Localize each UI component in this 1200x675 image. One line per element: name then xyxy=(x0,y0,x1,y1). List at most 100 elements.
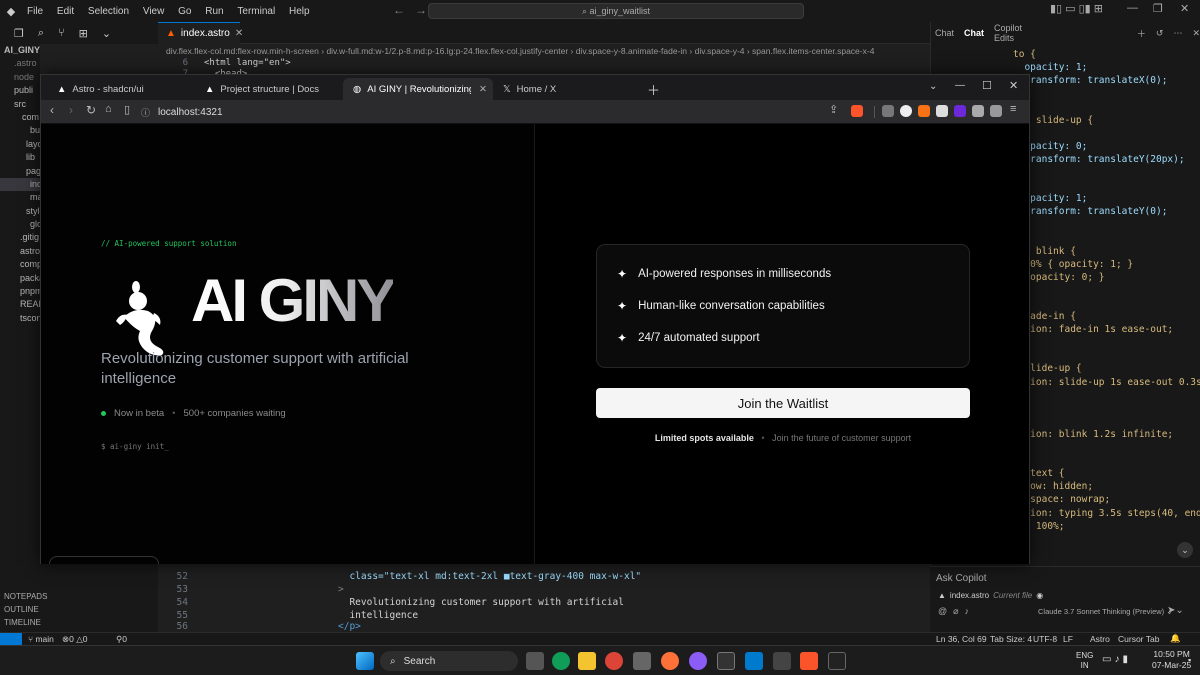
taskbar-search[interactable]: ⌕ Search xyxy=(380,651,518,671)
tab-ai-giny[interactable]: ◍ AI GINY | Revolutionizing Custo ✕ xyxy=(343,78,493,100)
forward-icon[interactable]: › xyxy=(69,103,73,117)
menu-edit[interactable]: Edit xyxy=(57,6,74,17)
extensions-icon[interactable]: ⊞ xyxy=(79,27,88,40)
reload-icon[interactable]: ↻ xyxy=(86,103,96,117)
cursor-position[interactable]: Ln 36, Col 69 xyxy=(936,634,987,644)
tree-item[interactable]: READ xyxy=(0,298,40,311)
new-chat-icon[interactable]: ＋ xyxy=(1137,27,1146,40)
tree-item[interactable]: src xyxy=(0,98,40,111)
send-icon[interactable]: ➤⌄ xyxy=(1167,605,1184,616)
minimize-icon[interactable]: — xyxy=(955,80,965,91)
chrome-icon[interactable] xyxy=(605,652,623,670)
share-icon[interactable]: ⇪ xyxy=(829,103,838,116)
close-icon[interactable]: ✕ xyxy=(1192,28,1200,39)
attach-icons[interactable]: @⌀♪ xyxy=(938,606,975,617)
edge-icon[interactable] xyxy=(552,652,570,670)
explorer-root[interactable]: AI_GINY_WAITLIST xyxy=(0,44,40,57)
menu-icon[interactable]: ≡ xyxy=(1010,103,1016,115)
tree-item-active[interactable]: ind xyxy=(0,177,40,192)
tree-item[interactable]: pnpm xyxy=(0,285,40,298)
history-icon[interactable]: ↺ xyxy=(1156,28,1164,39)
layout-icon[interactable]: ▮▯ ▭ ▯▮ ⊞ xyxy=(1050,2,1103,15)
tree-item[interactable]: node xyxy=(0,71,40,84)
back-icon[interactable]: ‹ xyxy=(50,103,54,117)
tab-project-structure[interactable]: ▲ Project structure | Docs xyxy=(195,78,343,100)
firefox-icon[interactable] xyxy=(661,652,679,670)
code-editor-bottom[interactable]: 52 class="text-xl md:text-2xl ■text-gray… xyxy=(158,563,930,632)
extension-icon[interactable] xyxy=(954,105,966,117)
app-icon[interactable] xyxy=(773,652,791,670)
restore-icon[interactable]: ❐ xyxy=(1153,2,1163,15)
tree-item[interactable]: .astro xyxy=(0,57,40,70)
clock[interactable]: 10:50 PM 07-Mar-25 xyxy=(1152,649,1191,671)
tree-item[interactable]: com xyxy=(0,111,40,124)
search-icon[interactable]: ⌕ xyxy=(38,27,44,40)
tree-item[interactable]: style xyxy=(0,205,40,218)
tree-item[interactable]: layo xyxy=(0,138,40,151)
extension-icon[interactable] xyxy=(882,105,894,117)
language-indicator[interactable]: ENG IN xyxy=(1076,651,1093,671)
breadcrumb[interactable]: div.flex.flex-col.md:flex-row.min-h-scre… xyxy=(158,44,930,58)
menu-run[interactable]: Run xyxy=(205,6,223,17)
start-icon[interactable] xyxy=(356,652,374,670)
tab-home-x[interactable]: 𝕏 Home / X xyxy=(493,78,641,100)
menu-help[interactable]: Help xyxy=(289,6,310,17)
source-control-icon[interactable]: ⑂ xyxy=(58,27,65,39)
tree-item[interactable]: glo xyxy=(0,218,40,231)
extension-icon[interactable] xyxy=(900,105,912,117)
minimize-icon[interactable]: — xyxy=(1127,2,1138,14)
site-info-icon[interactable]: ⓘ xyxy=(141,106,150,119)
address-bar[interactable]: ⓘ localhost:4321 xyxy=(141,102,861,122)
menu-selection[interactable]: Selection xyxy=(88,6,129,17)
close-icon[interactable]: ✕ xyxy=(1180,2,1189,15)
extension-icon[interactable] xyxy=(936,105,948,117)
branch-status[interactable]: ⑂ main xyxy=(28,634,54,644)
close-icon[interactable]: ✕ xyxy=(1009,79,1018,92)
extension-icon[interactable] xyxy=(918,105,930,117)
new-tab-icon[interactable]: ＋ xyxy=(647,80,660,99)
brave-icon[interactable] xyxy=(800,652,818,670)
tab-astro-shadcn[interactable]: ▲ Astro - shadcn/ui xyxy=(47,78,195,100)
tree-item[interactable]: bu xyxy=(0,124,40,137)
vscode-icon[interactable] xyxy=(745,652,763,670)
panel-outline[interactable]: OUTLINE xyxy=(0,603,158,616)
notifications-icon[interactable]: 🔔 xyxy=(1170,633,1181,644)
join-waitlist-button[interactable]: Join the Waitlist xyxy=(596,388,970,418)
model-picker[interactable]: Claude 3.7 Sonnet Thinking (Preview) ⌄ xyxy=(1038,607,1173,616)
tree-item[interactable]: .gitig xyxy=(0,231,40,244)
bookmark-icon[interactable]: ▯ xyxy=(124,103,130,116)
encoding[interactable]: UTF-8 xyxy=(1033,634,1057,644)
panel-timeline[interactable]: TIMELINE xyxy=(0,616,158,629)
tab-size[interactable]: Tab Size: 4 xyxy=(990,634,1032,644)
tree-item[interactable]: tscon xyxy=(0,312,40,325)
file-explorer-icon[interactable] xyxy=(578,652,596,670)
notification-center-icon[interactable]: ▪ xyxy=(1188,655,1191,665)
tree-item[interactable]: pag xyxy=(0,165,40,178)
eol[interactable]: LF xyxy=(1063,634,1073,644)
close-icon[interactable]: ✕ xyxy=(479,84,487,95)
tab-chat[interactable]: Chat xyxy=(935,28,954,38)
tree-item[interactable]: publi xyxy=(0,84,40,97)
problems-status[interactable]: ⊗0 △0 xyxy=(62,634,88,645)
more-icon[interactable]: ⋯ xyxy=(1173,28,1182,39)
eye-icon[interactable]: ◉ xyxy=(1036,591,1043,600)
close-icon[interactable]: ✕ xyxy=(235,28,243,39)
tab-index-astro[interactable]: ▲ index.astro ✕ xyxy=(158,22,243,44)
menu-go[interactable]: Go xyxy=(178,6,191,17)
extensions-puzzle-icon[interactable] xyxy=(972,105,984,117)
tree-item[interactable]: astro xyxy=(0,245,40,258)
home-icon[interactable]: ⌂ xyxy=(105,103,112,115)
task-view-icon[interactable] xyxy=(526,652,544,670)
store-icon[interactable] xyxy=(633,652,651,670)
language-mode[interactable]: Astro xyxy=(1090,634,1110,644)
tree-item[interactable]: lib xyxy=(0,151,40,164)
command-center-search[interactable]: ⌕ ai_giny_waitlist xyxy=(428,3,804,19)
terminal-icon[interactable] xyxy=(717,652,735,670)
system-tray-icons[interactable]: ▭♪▮ xyxy=(1102,654,1131,665)
brave-shields-icon[interactable] xyxy=(851,105,863,117)
tree-item[interactable]: packa xyxy=(0,272,40,285)
tree-item[interactable]: comp xyxy=(0,258,40,271)
tab-list-icon[interactable]: ⌄ xyxy=(929,81,937,92)
scroll-down-icon[interactable]: ⌄ xyxy=(1177,542,1193,558)
cursor-tab[interactable]: Cursor Tab xyxy=(1118,634,1159,644)
